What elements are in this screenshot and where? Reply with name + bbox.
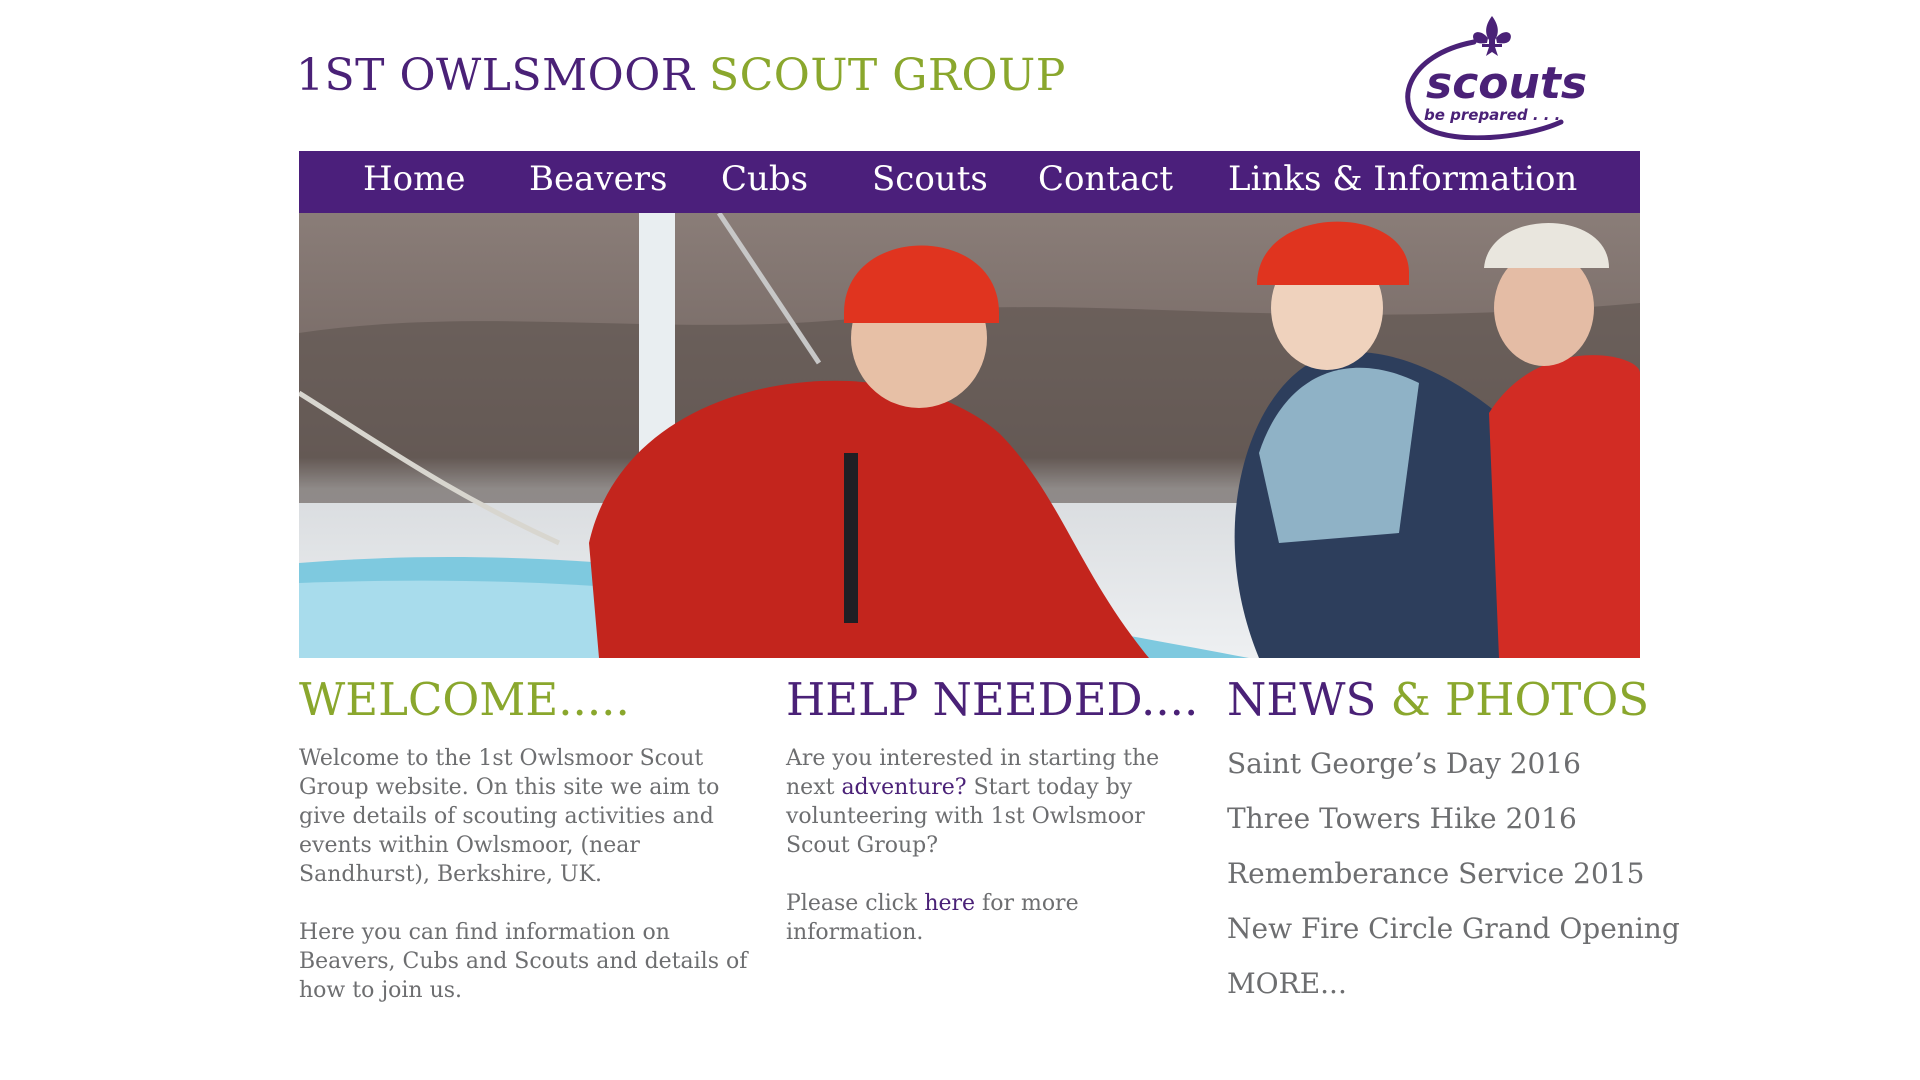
news-heading: NEWS & PHOTOS [1227, 672, 1667, 728]
nav-home[interactable]: Home [363, 151, 465, 213]
help-heading: HELP NEEDED.... [786, 673, 1199, 726]
help-paragraph-1: Are you interested in starting the next … [786, 744, 1186, 860]
nav-scouts[interactable]: Scouts [872, 151, 988, 213]
news-item-three-towers-hike[interactable]: Three Towers Hike 2016 [1227, 791, 1667, 846]
news-item-fire-circle-opening[interactable]: New Fire Circle Grand Opening [1227, 901, 1680, 956]
welcome-paragraph-1: Welcome to the 1st Owlsmoor Scout Group … [299, 746, 720, 887]
adventure-link[interactable]: adventure? [841, 775, 966, 800]
nav-links-information[interactable]: Links & Information [1228, 151, 1577, 213]
welcome-section: WELCOME..... Welcome to the 1st Owlsmoor… [299, 672, 749, 1005]
nav-cubs[interactable]: Cubs [721, 151, 808, 213]
fleur-de-lis-icon [1473, 16, 1511, 56]
nav-beavers[interactable]: Beavers [529, 151, 667, 213]
news-heading-secondary: & PHOTOS [1390, 673, 1650, 726]
help-p2-text-before: Please click [786, 891, 925, 916]
main-nav: Home Beavers Cubs Scouts Contact Links &… [299, 151, 1640, 213]
site-title-primary: 1ST OWLSMOOR [296, 50, 695, 101]
help-section: HELP NEEDED.... Are you interested in st… [786, 672, 1199, 947]
logo-tagline: be prepared . . . [1424, 106, 1560, 124]
welcome-heading: WELCOME..... [299, 673, 630, 726]
help-paragraph-2: Please click here for more information. [786, 889, 1186, 947]
news-list: Saint George’s Day 2016 Three Towers Hik… [1227, 736, 1680, 1011]
news-heading-primary: NEWS [1227, 673, 1377, 726]
news-more-link[interactable]: MORE... [1227, 956, 1667, 1011]
scouts-logo[interactable]: scouts be prepared . . . [1386, 10, 1598, 141]
here-link[interactable]: here [924, 891, 975, 916]
welcome-paragraph-2: Here you can find information on Beavers… [299, 920, 748, 1003]
site-title: 1ST OWLSMOOR SCOUT GROUP [296, 50, 1066, 101]
news-item-rememberance-service[interactable]: Rememberance Service 2015 [1227, 846, 1667, 901]
logo-wordmark: scouts [1426, 58, 1587, 109]
news-item-st-georges-day[interactable]: Saint George’s Day 2016 [1227, 736, 1667, 791]
site-title-secondary: SCOUT GROUP [708, 50, 1066, 101]
hero-photo [299, 213, 1640, 658]
news-section: NEWS & PHOTOS Saint George’s Day 2016 Th… [1227, 672, 1680, 1011]
nav-contact[interactable]: Contact [1038, 151, 1173, 213]
